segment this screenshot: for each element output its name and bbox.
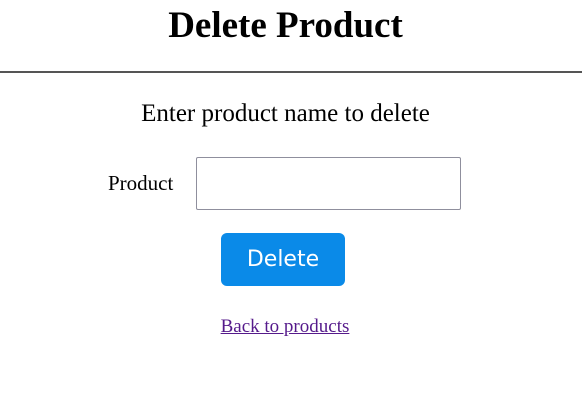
back-to-products-link[interactable]: Back to products — [221, 316, 350, 337]
delete-product-page: Delete Product Enter product name to del… — [0, 0, 582, 407]
product-label: Product — [108, 171, 174, 195]
page-title: Delete Product — [168, 5, 403, 46]
delete-button[interactable]: Delete — [221, 233, 345, 286]
instruction-text: Enter product name to delete — [141, 100, 430, 127]
header-divider — [0, 71, 582, 73]
back-link-container: Back to products — [0, 315, 570, 339]
product-input[interactable] — [196, 157, 461, 210]
